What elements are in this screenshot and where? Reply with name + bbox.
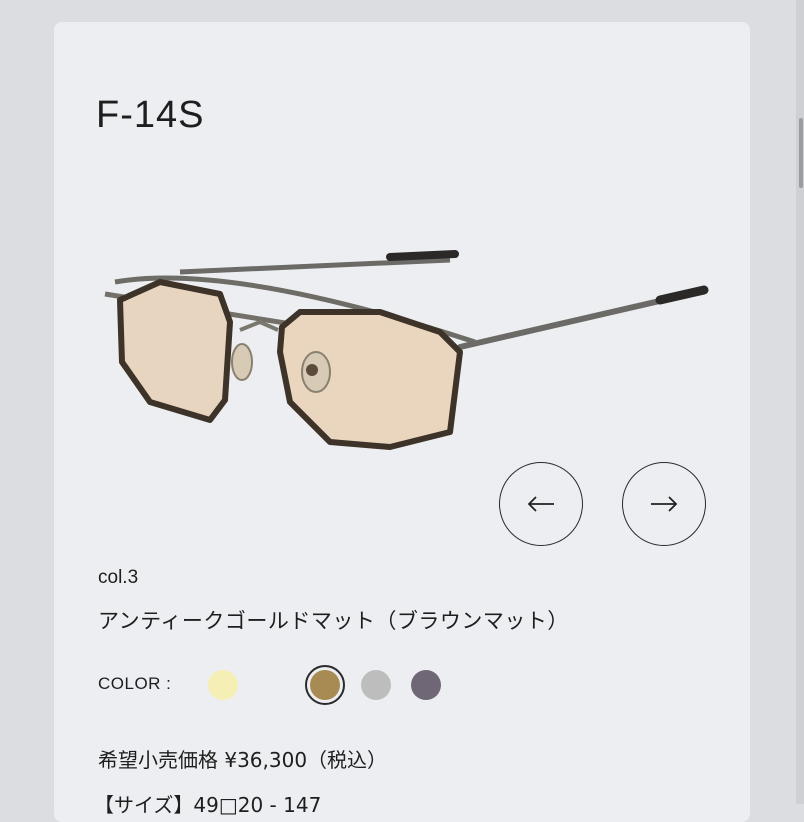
product-title: F-14S	[96, 94, 205, 136]
color-swatch[interactable]	[259, 670, 289, 700]
prev-button[interactable]	[499, 462, 583, 546]
product-image	[104, 250, 709, 450]
color-swatch[interactable]	[208, 670, 238, 700]
color-name: アンティークゴールドマット（ブラウンマット）	[98, 609, 569, 633]
next-button[interactable]	[622, 462, 706, 546]
arrow-right-icon	[651, 496, 678, 512]
color-swatch[interactable]	[305, 665, 345, 705]
scroll-thumb[interactable]	[799, 118, 803, 188]
color-swatch[interactable]	[361, 670, 391, 700]
scrollbar[interactable]	[796, 0, 804, 804]
color-label: COLOR :	[98, 674, 172, 693]
product-card: F-14S col.3 アンティークゴールドマット（ブラウンマット） COLOR…	[54, 22, 750, 822]
color-code: col.3	[98, 567, 139, 588]
arrow-left-icon	[527, 496, 554, 512]
price: 希望小売価格 ¥36,300（税込）	[98, 748, 388, 772]
color-swatch[interactable]	[411, 670, 441, 700]
